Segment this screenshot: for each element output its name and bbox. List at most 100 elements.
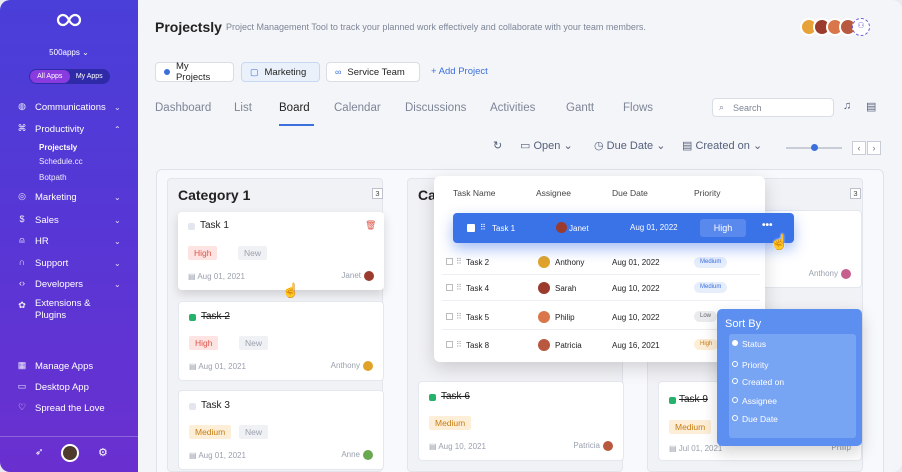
sidebar-item-communications[interactable]: ◍ Communications ⌄: [0, 99, 138, 115]
zoom-slider[interactable]: [786, 144, 842, 151]
team-avatars[interactable]: ⚇: [800, 18, 870, 36]
more-options-icon[interactable]: •••: [762, 220, 773, 231]
all-apps-toggle[interactable]: All Apps: [30, 70, 70, 83]
settings-gear-icon[interactable]: ⚙: [98, 446, 108, 459]
sidebar-item-developers[interactable]: ‹› Developers ⌄: [0, 276, 138, 292]
due-date-text: Aug 01, 2021: [198, 362, 246, 371]
globe-icon: ◍: [18, 101, 26, 111]
row-task: Task 1: [492, 224, 516, 233]
sidebar-item-label: Desktop App: [35, 381, 89, 393]
tab-dashboard[interactable]: Dashboard: [155, 102, 211, 114]
tab-board[interactable]: Board: [279, 102, 310, 114]
infinity-logo-icon[interactable]: [56, 12, 82, 33]
task-checkbox[interactable]: [429, 394, 436, 401]
table-row[interactable]: ⠿ Task 5 Philip Aug 10, 2022 Low: [442, 304, 760, 330]
project-chip-service-team[interactable]: ∞ Service Team: [326, 62, 420, 82]
table-row[interactable]: ⠿ Task 8 Patricia Aug 16, 2021 High: [442, 332, 760, 358]
task-title: Task 1: [200, 220, 229, 231]
drag-handle-icon[interactable]: ⠿: [456, 283, 462, 292]
task-checkbox[interactable]: [189, 403, 196, 410]
org-switcher[interactable]: 500apps ⌄: [0, 48, 138, 57]
task-card[interactable]: Task 6 Medium ▤ Aug 10, 2021 Patricia: [418, 381, 624, 461]
sidebar-item-label: Sales: [35, 214, 59, 226]
table-row[interactable]: ⠿ Task 4 Sarah Aug 10, 2022 Medium: [442, 275, 760, 301]
trash-icon[interactable]: 🗑: [365, 220, 376, 231]
due-date: ▤ Jul 01, 2021: [669, 444, 723, 453]
due-date-sort[interactable]: ◷ Due Date ⌄: [594, 139, 665, 152]
apps-toggle[interactable]: All Apps My Apps: [29, 69, 110, 84]
sort-option-status[interactable]: Status: [732, 339, 766, 349]
page-title: Projectsly: [155, 19, 222, 35]
drag-handle-icon[interactable]: ⠿: [456, 257, 462, 266]
sidebar-subitem-botpath[interactable]: Botpath: [39, 173, 67, 182]
sort-option-due-date[interactable]: Due Date: [732, 414, 778, 424]
sidebar-item-extensions[interactable]: ✿ Extensions & Plugins: [0, 298, 138, 324]
sidebar-subitem-projectsly[interactable]: Projectsly: [39, 143, 77, 152]
tab-flows[interactable]: Flows: [623, 102, 653, 114]
due-date: ▤ Aug 01, 2021: [189, 362, 246, 371]
table-header-due: Due Date: [612, 188, 648, 198]
search-input[interactable]: ⌕ Search: [712, 98, 834, 117]
row-priority: High: [700, 219, 746, 237]
person-icon: ⍝: [19, 235, 25, 245]
tab-gantt[interactable]: Gantt: [566, 102, 594, 114]
sidebar-item-hr[interactable]: ⍝ HR ⌄: [0, 233, 138, 249]
user-avatar[interactable]: [61, 444, 79, 462]
sort-option-created-on[interactable]: Created on: [732, 377, 784, 387]
radio-icon: [732, 361, 738, 367]
project-chip-marketing[interactable]: ▢ Marketing: [241, 62, 320, 82]
refresh-icon[interactable]: ↻: [493, 139, 502, 152]
project-chip-my-projects[interactable]: My Projects: [155, 61, 234, 83]
sidebar-subitem-schedule[interactable]: Schedule.cc: [39, 157, 83, 166]
task-card[interactable]: Task 2 High New ▤ Aug 01, 2021 Anthony: [178, 301, 384, 381]
task-checkbox[interactable]: [189, 314, 196, 321]
scroll-left-button[interactable]: ‹: [852, 141, 866, 155]
chevron-down-icon: ⌄: [114, 258, 121, 268]
row-checkbox[interactable]: [467, 224, 475, 232]
add-project-button[interactable]: + Add Project: [431, 66, 488, 77]
drag-handle-icon[interactable]: ⠿: [456, 312, 462, 321]
row-checkbox[interactable]: [446, 341, 453, 348]
tab-list[interactable]: List: [234, 102, 252, 114]
desktop-app-link[interactable]: ▭ Desktop App: [0, 379, 138, 395]
spread-love-link[interactable]: ♡ Spread the Love: [0, 400, 138, 416]
add-member-icon[interactable]: ⚇: [852, 18, 870, 36]
row-checkbox[interactable]: [446, 313, 453, 320]
drag-handle-icon[interactable]: ⠿: [456, 340, 462, 349]
heart-icon: ♡: [17, 402, 27, 412]
task-checkbox[interactable]: [669, 397, 676, 404]
task-checkbox[interactable]: [188, 223, 195, 230]
due-date-label: Due Date: [606, 140, 654, 152]
sort-option-priority[interactable]: Priority: [732, 360, 768, 370]
sidebar-item-productivity[interactable]: ⌘ Productivity ⌃: [0, 121, 138, 137]
task-card[interactable]: Task 3 Medium New ▤ Aug 01, 2021 Anne: [178, 390, 384, 470]
sort-option-assignee[interactable]: Assignee: [732, 396, 777, 406]
sidebar-item-sales[interactable]: $ Sales ⌄: [0, 212, 138, 228]
slider-handle[interactable]: [811, 144, 818, 151]
row-priority: Medium: [694, 257, 728, 268]
row-assignee: Janet: [569, 224, 589, 233]
open-filter[interactable]: ▭ Open ⌄: [520, 139, 573, 152]
tab-discussions[interactable]: Discussions: [405, 102, 466, 114]
sort-by-panel: Sort By Status Priority Created on Assig…: [717, 309, 862, 446]
calendar-icon[interactable]: ▤: [866, 100, 876, 113]
row-checkbox[interactable]: [446, 284, 453, 291]
my-apps-toggle[interactable]: My Apps: [70, 70, 110, 83]
created-on-sort[interactable]: ▤ Created on ⌄: [682, 139, 762, 152]
bell-icon[interactable]: ♫: [843, 100, 851, 112]
tab-calendar[interactable]: Calendar: [334, 102, 381, 114]
scroll-right-button[interactable]: ›: [867, 141, 881, 155]
tab-activities[interactable]: Activities: [490, 102, 535, 114]
row-checkbox[interactable]: [446, 258, 453, 265]
dragged-table-row[interactable]: ⠿ Task 1 Janet Aug 01, 2022 High •••: [453, 213, 794, 243]
drag-handle-icon[interactable]: ⠿: [480, 223, 486, 232]
sidebar-item-support[interactable]: ∩ Support ⌄: [0, 255, 138, 271]
dollar-icon: $: [19, 214, 25, 224]
table-row[interactable]: ⠿ Task 2 Anthony Aug 01, 2022 Medium: [442, 249, 760, 275]
sidebar-item-marketing[interactable]: ◎ Marketing ⌄: [0, 189, 138, 205]
manage-apps-link[interactable]: ▦ Manage Apps: [0, 358, 138, 374]
task-card[interactable]: Task 1 🗑 High New ▤ Aug 01, 2021 Janet: [178, 212, 384, 290]
rocket-icon[interactable]: ➶: [35, 447, 43, 458]
grid-icon: ▦: [17, 360, 27, 370]
due-date-text: Aug 10, 2021: [438, 442, 486, 451]
